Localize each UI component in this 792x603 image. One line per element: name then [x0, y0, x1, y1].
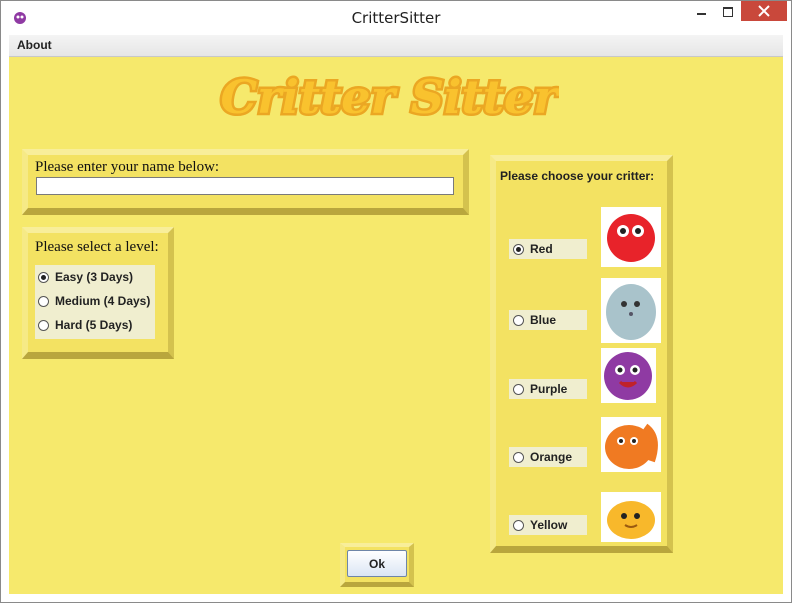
critter-label: Please choose your critter:	[500, 169, 655, 183]
name-label: Please enter your name below:	[35, 159, 220, 175]
purple-critter-image[interactable]	[601, 348, 656, 403]
radio-button[interactable]	[513, 519, 524, 531]
critter-panel: Please choose your critter: Red Blue Pur…	[490, 155, 673, 553]
orange-critter-image[interactable]	[601, 417, 661, 472]
close-button[interactable]	[741, 1, 787, 21]
name-input[interactable]	[36, 177, 454, 195]
level-label: Please select a level:	[35, 239, 159, 255]
critter-option-label: Yellow	[530, 518, 568, 532]
critter-option-label: Purple	[530, 382, 568, 396]
level-option-label: Hard (5 Days)	[55, 318, 133, 332]
level-options: Easy (3 Days) Medium (4 Days) Hard (5 Da…	[35, 265, 155, 339]
level-panel: Please select a level: Easy (3 Days) Med…	[22, 227, 174, 359]
radio-button-selected[interactable]	[38, 271, 49, 283]
level-option-easy[interactable]: Easy (3 Days)	[38, 267, 133, 287]
radio-button[interactable]	[513, 314, 524, 326]
maximize-button[interactable]	[715, 1, 741, 21]
minimize-button[interactable]	[689, 1, 715, 21]
level-option-hard[interactable]: Hard (5 Days)	[38, 315, 132, 335]
red-critter-image[interactable]	[601, 207, 661, 267]
radio-button[interactable]	[38, 319, 49, 331]
critter-option-label: Red	[530, 242, 553, 256]
main-content: Critter Sitter Please enter your name be…	[9, 57, 783, 594]
critter-option-yellow[interactable]: Yellow	[509, 515, 587, 535]
name-panel: Please enter your name below:	[22, 149, 469, 215]
critter-option-label: Blue	[530, 313, 557, 327]
radio-button[interactable]	[38, 295, 49, 307]
close-icon	[758, 5, 770, 17]
level-option-label: Easy (3 Days)	[55, 270, 134, 284]
yellow-critter-image[interactable]	[601, 492, 661, 542]
ok-button-frame: Ok	[340, 543, 414, 587]
ok-button[interactable]: Ok	[347, 550, 407, 577]
window-title: CritterSitter	[351, 9, 441, 27]
critter-option-blue[interactable]: Blue	[509, 310, 587, 330]
critter-option-orange[interactable]: Orange	[509, 447, 587, 467]
menu-about[interactable]: About	[17, 38, 52, 52]
critter-option-label: Orange	[530, 450, 573, 464]
critter-option-red[interactable]: Red	[509, 239, 587, 259]
critter-sitter-logo: Critter Sitter	[219, 68, 559, 127]
app-window: CritterSitter About Critter Sitter Pleas…	[0, 0, 792, 603]
radio-button[interactable]	[513, 383, 524, 395]
logo-text: Critter Sitter	[220, 70, 559, 124]
menu-bar: About	[9, 35, 783, 57]
title-bar[interactable]: CritterSitter	[1, 1, 791, 34]
critter-option-purple[interactable]: Purple	[509, 379, 587, 399]
blue-critter-image[interactable]	[601, 278, 661, 343]
radio-button[interactable]	[513, 451, 524, 463]
radio-button-selected[interactable]	[513, 243, 524, 255]
level-option-label: Medium (4 Days)	[55, 294, 151, 308]
level-option-medium[interactable]: Medium (4 Days)	[38, 291, 150, 311]
